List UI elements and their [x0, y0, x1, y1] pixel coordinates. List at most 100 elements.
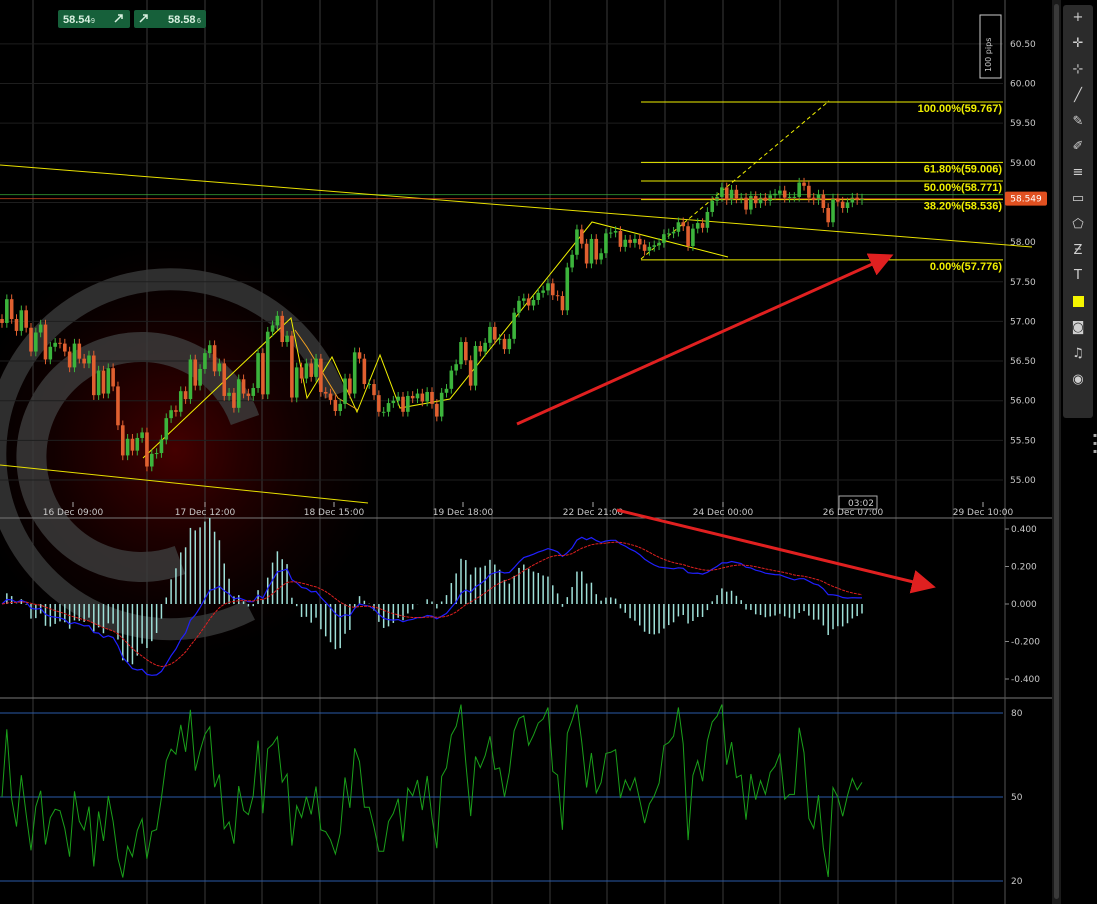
candle-body	[705, 211, 710, 228]
candle-body	[613, 230, 618, 233]
candle-body	[63, 343, 67, 352]
sell-quote-button[interactable]: 58.54 9	[58, 10, 130, 28]
macd-tick-label: 0.400	[1011, 525, 1037, 535]
buy-price-superscript: 6	[197, 18, 201, 25]
replay-icon[interactable]: ◉	[1063, 366, 1093, 392]
candle-body	[236, 379, 241, 408]
trading-chart[interactable]: 55.0055.5056.0056.5057.0057.5058.0058.50…	[0, 0, 1052, 904]
buy-quote-button[interactable]: 58.58 6	[134, 10, 206, 28]
candle-body	[24, 310, 28, 328]
candle-body	[101, 370, 106, 394]
candle-body	[270, 325, 275, 332]
fibonacci-retracement[interactable]: 100.00%(59.767) 61.80%(59.006) 50.00%(58.7…	[641, 101, 1003, 273]
price-tick-label: 59.00	[1010, 159, 1036, 169]
candle-body	[275, 315, 280, 326]
candle-body	[618, 230, 623, 247]
scrollbar-thumb[interactable]	[1054, 4, 1059, 899]
candle-body	[517, 300, 521, 313]
candle-body	[333, 399, 338, 412]
color-swatch-icon[interactable]	[1063, 289, 1093, 315]
candle-body	[406, 395, 410, 412]
candle-body	[444, 388, 449, 393]
candle-body	[5, 299, 9, 323]
candle-body	[584, 243, 589, 264]
trend-line-icon[interactable]: ╱	[1063, 82, 1093, 108]
buy-price: 58.58	[168, 14, 196, 26]
candle-body	[174, 410, 178, 412]
candle-body	[149, 453, 154, 467]
candle-body	[666, 233, 671, 235]
candle-body	[299, 367, 304, 379]
candle-body	[198, 368, 202, 386]
candle-body	[410, 395, 415, 399]
price-tick-label: 56.00	[1010, 397, 1036, 407]
candle-body	[415, 393, 420, 399]
candle-body	[589, 238, 594, 264]
candle-body	[575, 229, 579, 255]
candle-body	[314, 358, 318, 377]
candle-body	[29, 327, 33, 352]
fibonacci-icon[interactable]: ≡	[1063, 160, 1093, 186]
candle-body	[681, 222, 686, 227]
candle-body	[821, 194, 826, 209]
candle-body	[328, 393, 333, 400]
candle-body	[570, 254, 574, 268]
side-edge-marks: ▪ ▪ ▪	[1093, 432, 1097, 455]
candle-body	[787, 196, 792, 198]
macd-tick-label: 0.000	[1011, 600, 1037, 610]
candle-body	[816, 194, 821, 201]
candle-body	[352, 352, 357, 394]
z-arrow-icon[interactable]: Ƶ	[1063, 237, 1093, 263]
text-icon[interactable]: T	[1063, 263, 1093, 289]
candle-body	[623, 239, 628, 247]
candle-body	[140, 432, 144, 438]
candle-body	[536, 292, 541, 300]
price-tick-label: 57.00	[1010, 317, 1036, 327]
candle-body	[72, 343, 77, 368]
cursor-plus-icon[interactable]: ⊹	[1063, 57, 1093, 83]
time-tick-label: 29 Dec 10:00	[953, 508, 1014, 518]
candle-body	[285, 335, 289, 343]
camera-icon[interactable]: ◙	[1063, 315, 1093, 341]
candle-body	[87, 355, 91, 364]
time-tick-label: 17 Dec 12:00	[175, 508, 236, 518]
price-tick-label: 60.00	[1010, 80, 1036, 90]
candle-body	[435, 403, 439, 417]
candle-body	[154, 453, 159, 455]
candle-body	[319, 358, 323, 392]
candle-body	[159, 439, 164, 454]
alert-bell-icon[interactable]: ♫	[1063, 340, 1093, 366]
candle-body	[82, 358, 86, 364]
rsi-tick-label: 80	[1011, 709, 1023, 719]
candle-body	[246, 393, 251, 396]
price-tick-label: 57.50	[1010, 278, 1036, 288]
candle-body	[599, 253, 603, 260]
crosshair-icon[interactable]: +	[1063, 5, 1093, 31]
shape-icon[interactable]: ⬠	[1063, 211, 1093, 237]
candle-body	[222, 363, 227, 396]
candle-body	[521, 298, 526, 301]
candle-body	[290, 335, 294, 398]
candle-body	[348, 378, 352, 394]
upper-trend-line	[0, 164, 1033, 248]
time-tick-label: 22 Dec 21:00	[563, 508, 624, 518]
candle-body	[628, 239, 632, 243]
macd-tick-label: -0.400	[1011, 675, 1040, 685]
candle-body	[203, 353, 207, 369]
candle-body	[0, 319, 4, 323]
candle-body	[178, 391, 183, 412]
candle-body	[111, 368, 115, 387]
rectangle-icon[interactable]: ▭	[1063, 186, 1093, 212]
crosshair-plus-icon[interactable]: ✛	[1063, 31, 1093, 57]
candle-body	[309, 363, 314, 377]
candle-body	[430, 391, 434, 404]
candle-body	[671, 231, 676, 234]
candle-body	[840, 201, 845, 209]
brush-icon[interactable]: ✐	[1063, 134, 1093, 160]
candle-body	[439, 392, 444, 417]
candle-body	[420, 393, 425, 402]
candle-body	[280, 315, 285, 343]
pencil-icon[interactable]: ✎	[1063, 108, 1093, 134]
candle-body	[43, 324, 48, 360]
candle-body	[546, 283, 550, 291]
